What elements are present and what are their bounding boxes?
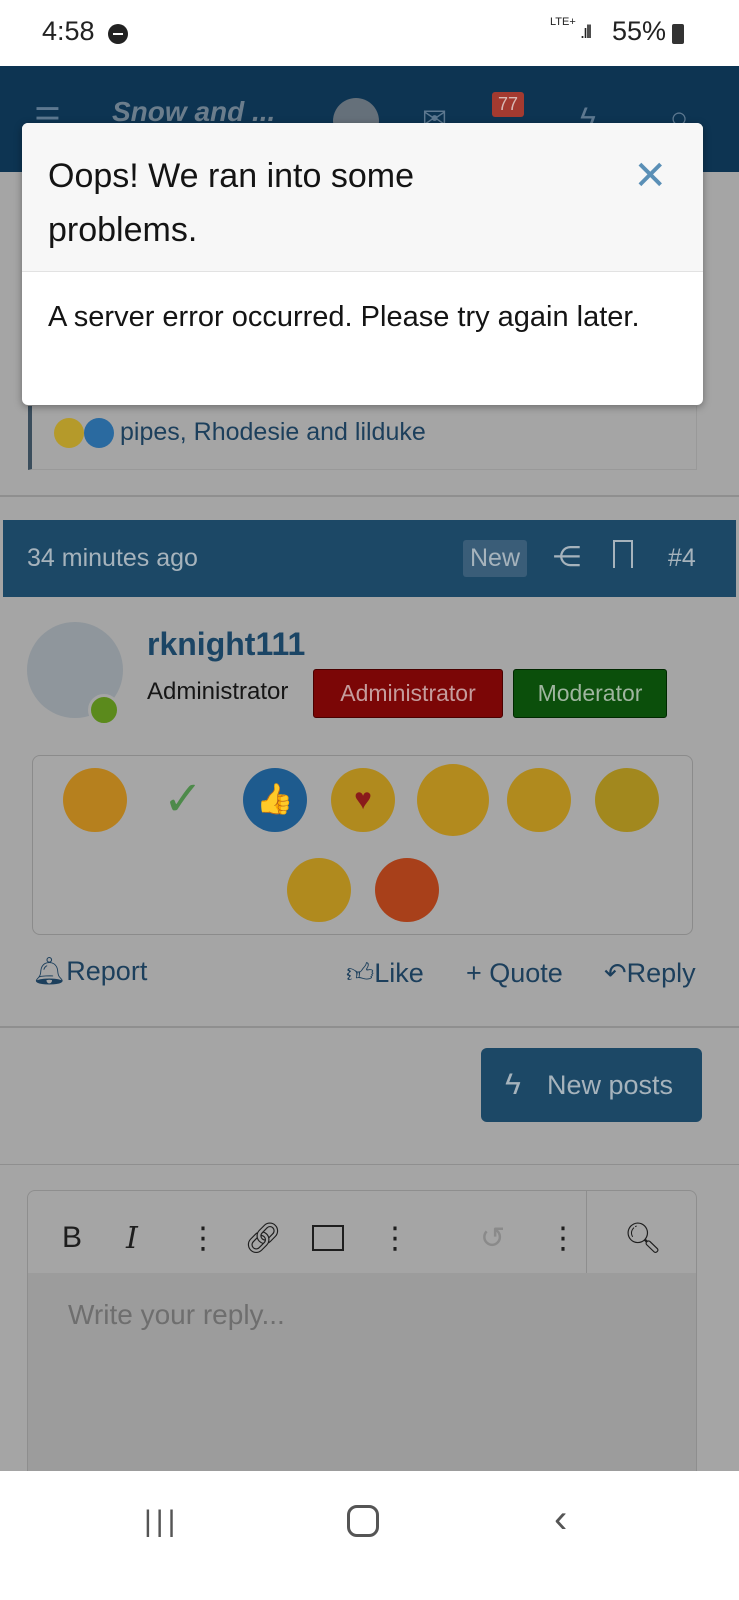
close-icon[interactable]: ✕: [633, 149, 667, 203]
reaction-check-icon[interactable]: ✓: [151, 768, 215, 832]
reaction-laugh-icon[interactable]: [63, 768, 127, 832]
reply-editor: B I ⋮ 🔗︎ ⋮ ↺ ⋮ 🔍︎ Write your reply...: [27, 1190, 697, 1490]
recent-apps-button[interactable]: |||: [144, 1505, 179, 1539]
reaction-angry-icon[interactable]: [375, 858, 439, 922]
thumbs-up-icon: 👍︎: [346, 958, 375, 988]
online-status-icon: [88, 694, 120, 726]
clock: 4:58: [42, 16, 95, 46]
like-emoji-icon: [84, 418, 114, 448]
reaction-sad-icon[interactable]: [287, 858, 351, 922]
link-icon[interactable]: 🔗︎: [244, 1221, 282, 1256]
alerts-badge[interactable]: 77: [492, 92, 525, 117]
home-button[interactable]: [347, 1505, 379, 1537]
italic-button[interactable]: I: [126, 1221, 138, 1256]
undo-icon[interactable]: ↺: [480, 1221, 505, 1256]
more-insert-icon[interactable]: ⋮: [380, 1221, 410, 1256]
post-header: 34 minutes ago New ⋲ #4: [3, 520, 736, 597]
new-badge: New: [463, 540, 528, 577]
post-number[interactable]: #4: [668, 544, 696, 573]
lightning-icon: ϟ: [505, 1068, 521, 1101]
modal-message: A server error occurred. Please try agai…: [48, 301, 640, 333]
more-options-icon[interactable]: ⋮: [548, 1221, 578, 1256]
reaction-haha-icon[interactable]: [507, 768, 571, 832]
battery-text: 55%: [612, 16, 667, 46]
reaction-love-icon[interactable]: ♥: [331, 768, 395, 832]
laugh-emoji-icon: [54, 418, 84, 448]
battery-icon: [672, 24, 684, 44]
more-text-icon[interactable]: ⋮: [188, 1221, 218, 1256]
signal-icon: .ıll: [580, 22, 592, 42]
reactions-popup: ✓ 👍 ♥: [32, 755, 693, 935]
bookmark-icon[interactable]: [613, 540, 633, 568]
reply-icon: ↶: [604, 958, 627, 988]
reactions-users-link[interactable]: pipes, Rhodesie and lilduke: [120, 418, 426, 447]
error-modal: Oops! We ran into some problems. ✕ A ser…: [22, 123, 703, 405]
reply-placeholder: Write your reply...: [68, 1299, 285, 1330]
reaction-wow-icon[interactable]: [417, 764, 489, 836]
username[interactable]: rknight111: [147, 626, 305, 663]
admin-banner: Administrator: [313, 669, 503, 718]
preview-icon[interactable]: 🔍︎: [624, 1221, 662, 1256]
like-button[interactable]: 👍︎Like: [346, 958, 424, 990]
share-icon[interactable]: ⋲: [553, 540, 581, 573]
dnd-icon: [108, 24, 128, 44]
reply-button[interactable]: ↶Reply: [604, 958, 696, 989]
status-bar: 4:58 LTE+ .ıll 55%: [0, 0, 739, 66]
back-button[interactable]: ‹: [554, 1497, 567, 1542]
quote-button[interactable]: + Quote: [466, 958, 563, 989]
image-icon[interactable]: [312, 1225, 344, 1251]
modal-title: Oops! We ran into some problems.: [48, 157, 414, 249]
network-label: LTE+: [550, 16, 576, 28]
reactions-summary: pipes, Rhodesie and lilduke: [28, 406, 697, 470]
reply-input[interactable]: Write your reply...: [28, 1273, 696, 1489]
post-time[interactable]: 34 minutes ago: [27, 544, 198, 573]
user-title: Administrator: [147, 678, 289, 705]
reaction-sick-icon[interactable]: [595, 768, 659, 832]
moderator-banner: Moderator: [513, 669, 667, 718]
report-button[interactable]: 🔔︎Report: [32, 955, 147, 987]
bold-button[interactable]: B: [62, 1221, 82, 1255]
new-posts-button[interactable]: ϟ New posts: [481, 1048, 702, 1122]
modal-header: Oops! We ran into some problems. ✕: [22, 123, 703, 272]
bell-icon: 🔔︎: [32, 956, 67, 986]
android-nav-bar: ||| ‹: [0, 1471, 739, 1600]
reaction-like-icon[interactable]: 👍: [243, 768, 307, 832]
